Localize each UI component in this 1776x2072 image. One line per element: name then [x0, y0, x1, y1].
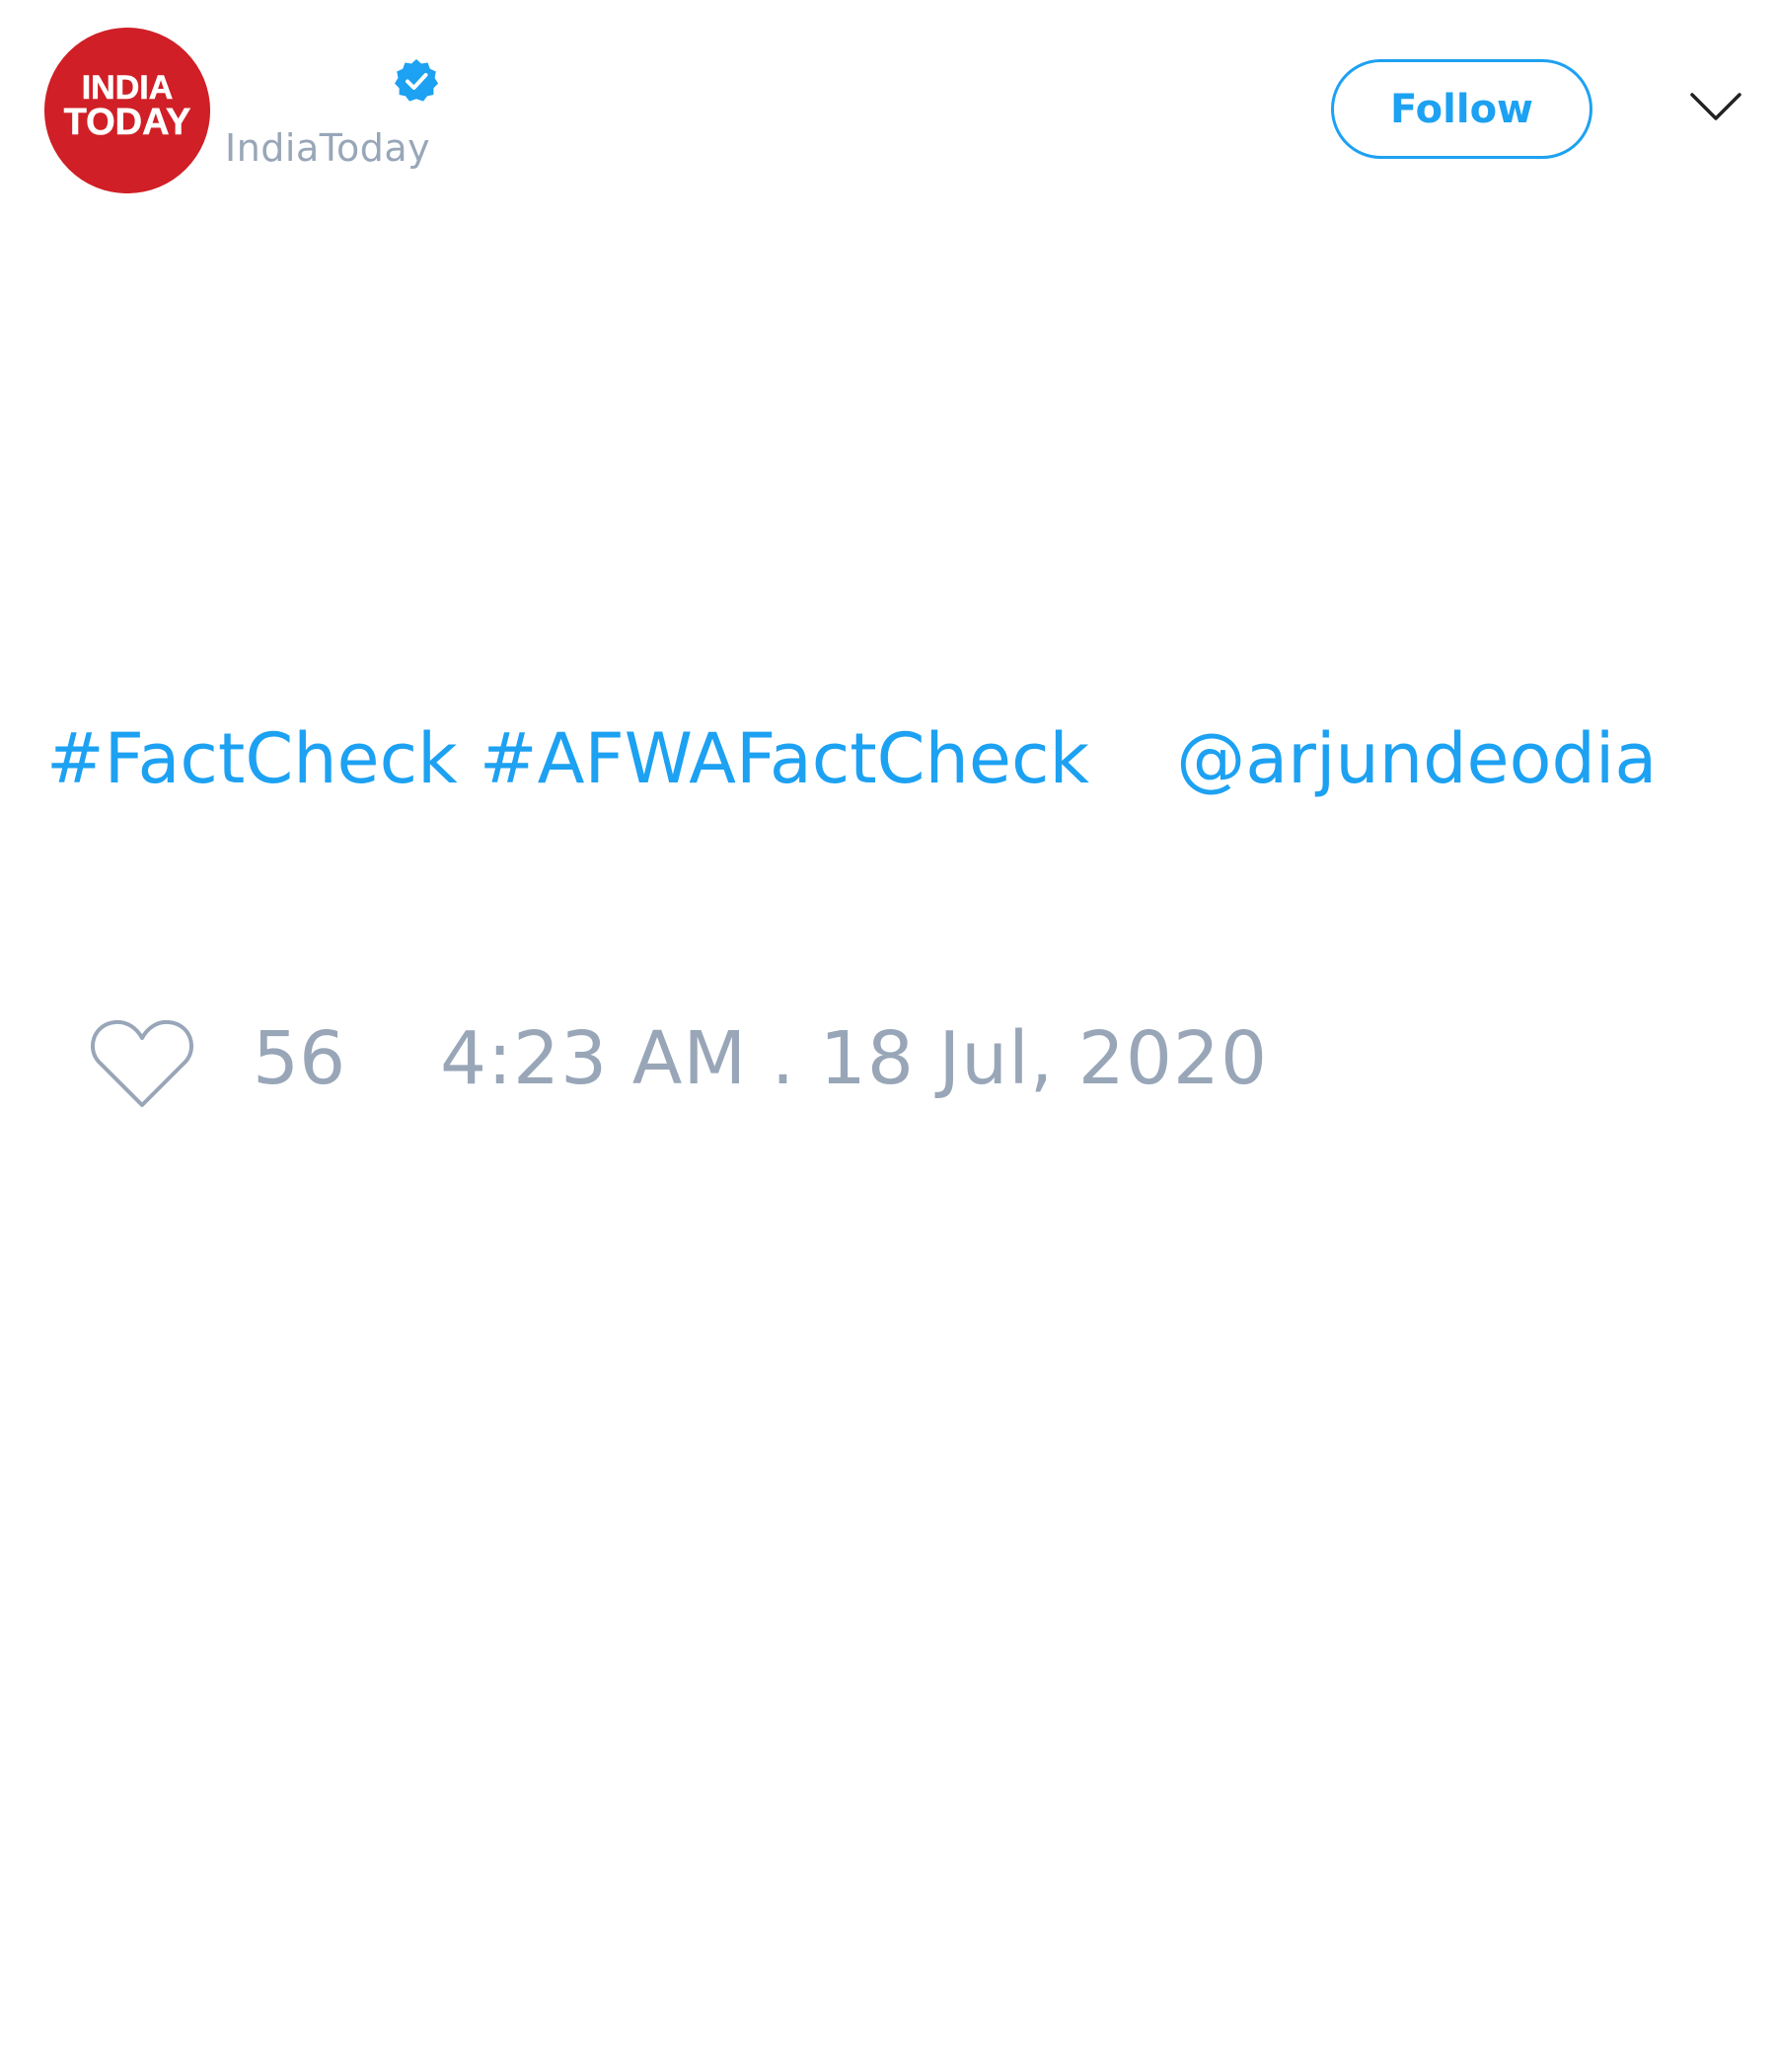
logo-line-2: TODAY — [64, 102, 191, 143]
hashtag-factcheck[interactable]: #FactCheck — [46, 718, 458, 799]
author-handle[interactable]: IndiaToday — [225, 126, 430, 170]
hashtag-afwafactcheck[interactable]: #AFWAFactCheck — [480, 718, 1089, 799]
avatar[interactable]: INDIA TODAY — [44, 28, 210, 193]
india-today-logo: INDIA TODAY — [44, 28, 210, 193]
heart-icon[interactable] — [89, 1016, 195, 1111]
tweet-timestamp[interactable]: 4:23 AM . 18 Jul, 2020 — [440, 1016, 1268, 1101]
like-count: 56 — [253, 1016, 346, 1101]
follow-button[interactable]: Follow — [1331, 59, 1592, 159]
verified-badge-icon — [395, 59, 438, 102]
tweet-text: #FactCheck #AFWAFactCheck @arjundeodia — [46, 718, 1657, 799]
mention-link[interactable]: @arjundeodia — [1176, 718, 1657, 799]
chevron-down-icon[interactable] — [1689, 91, 1742, 124]
